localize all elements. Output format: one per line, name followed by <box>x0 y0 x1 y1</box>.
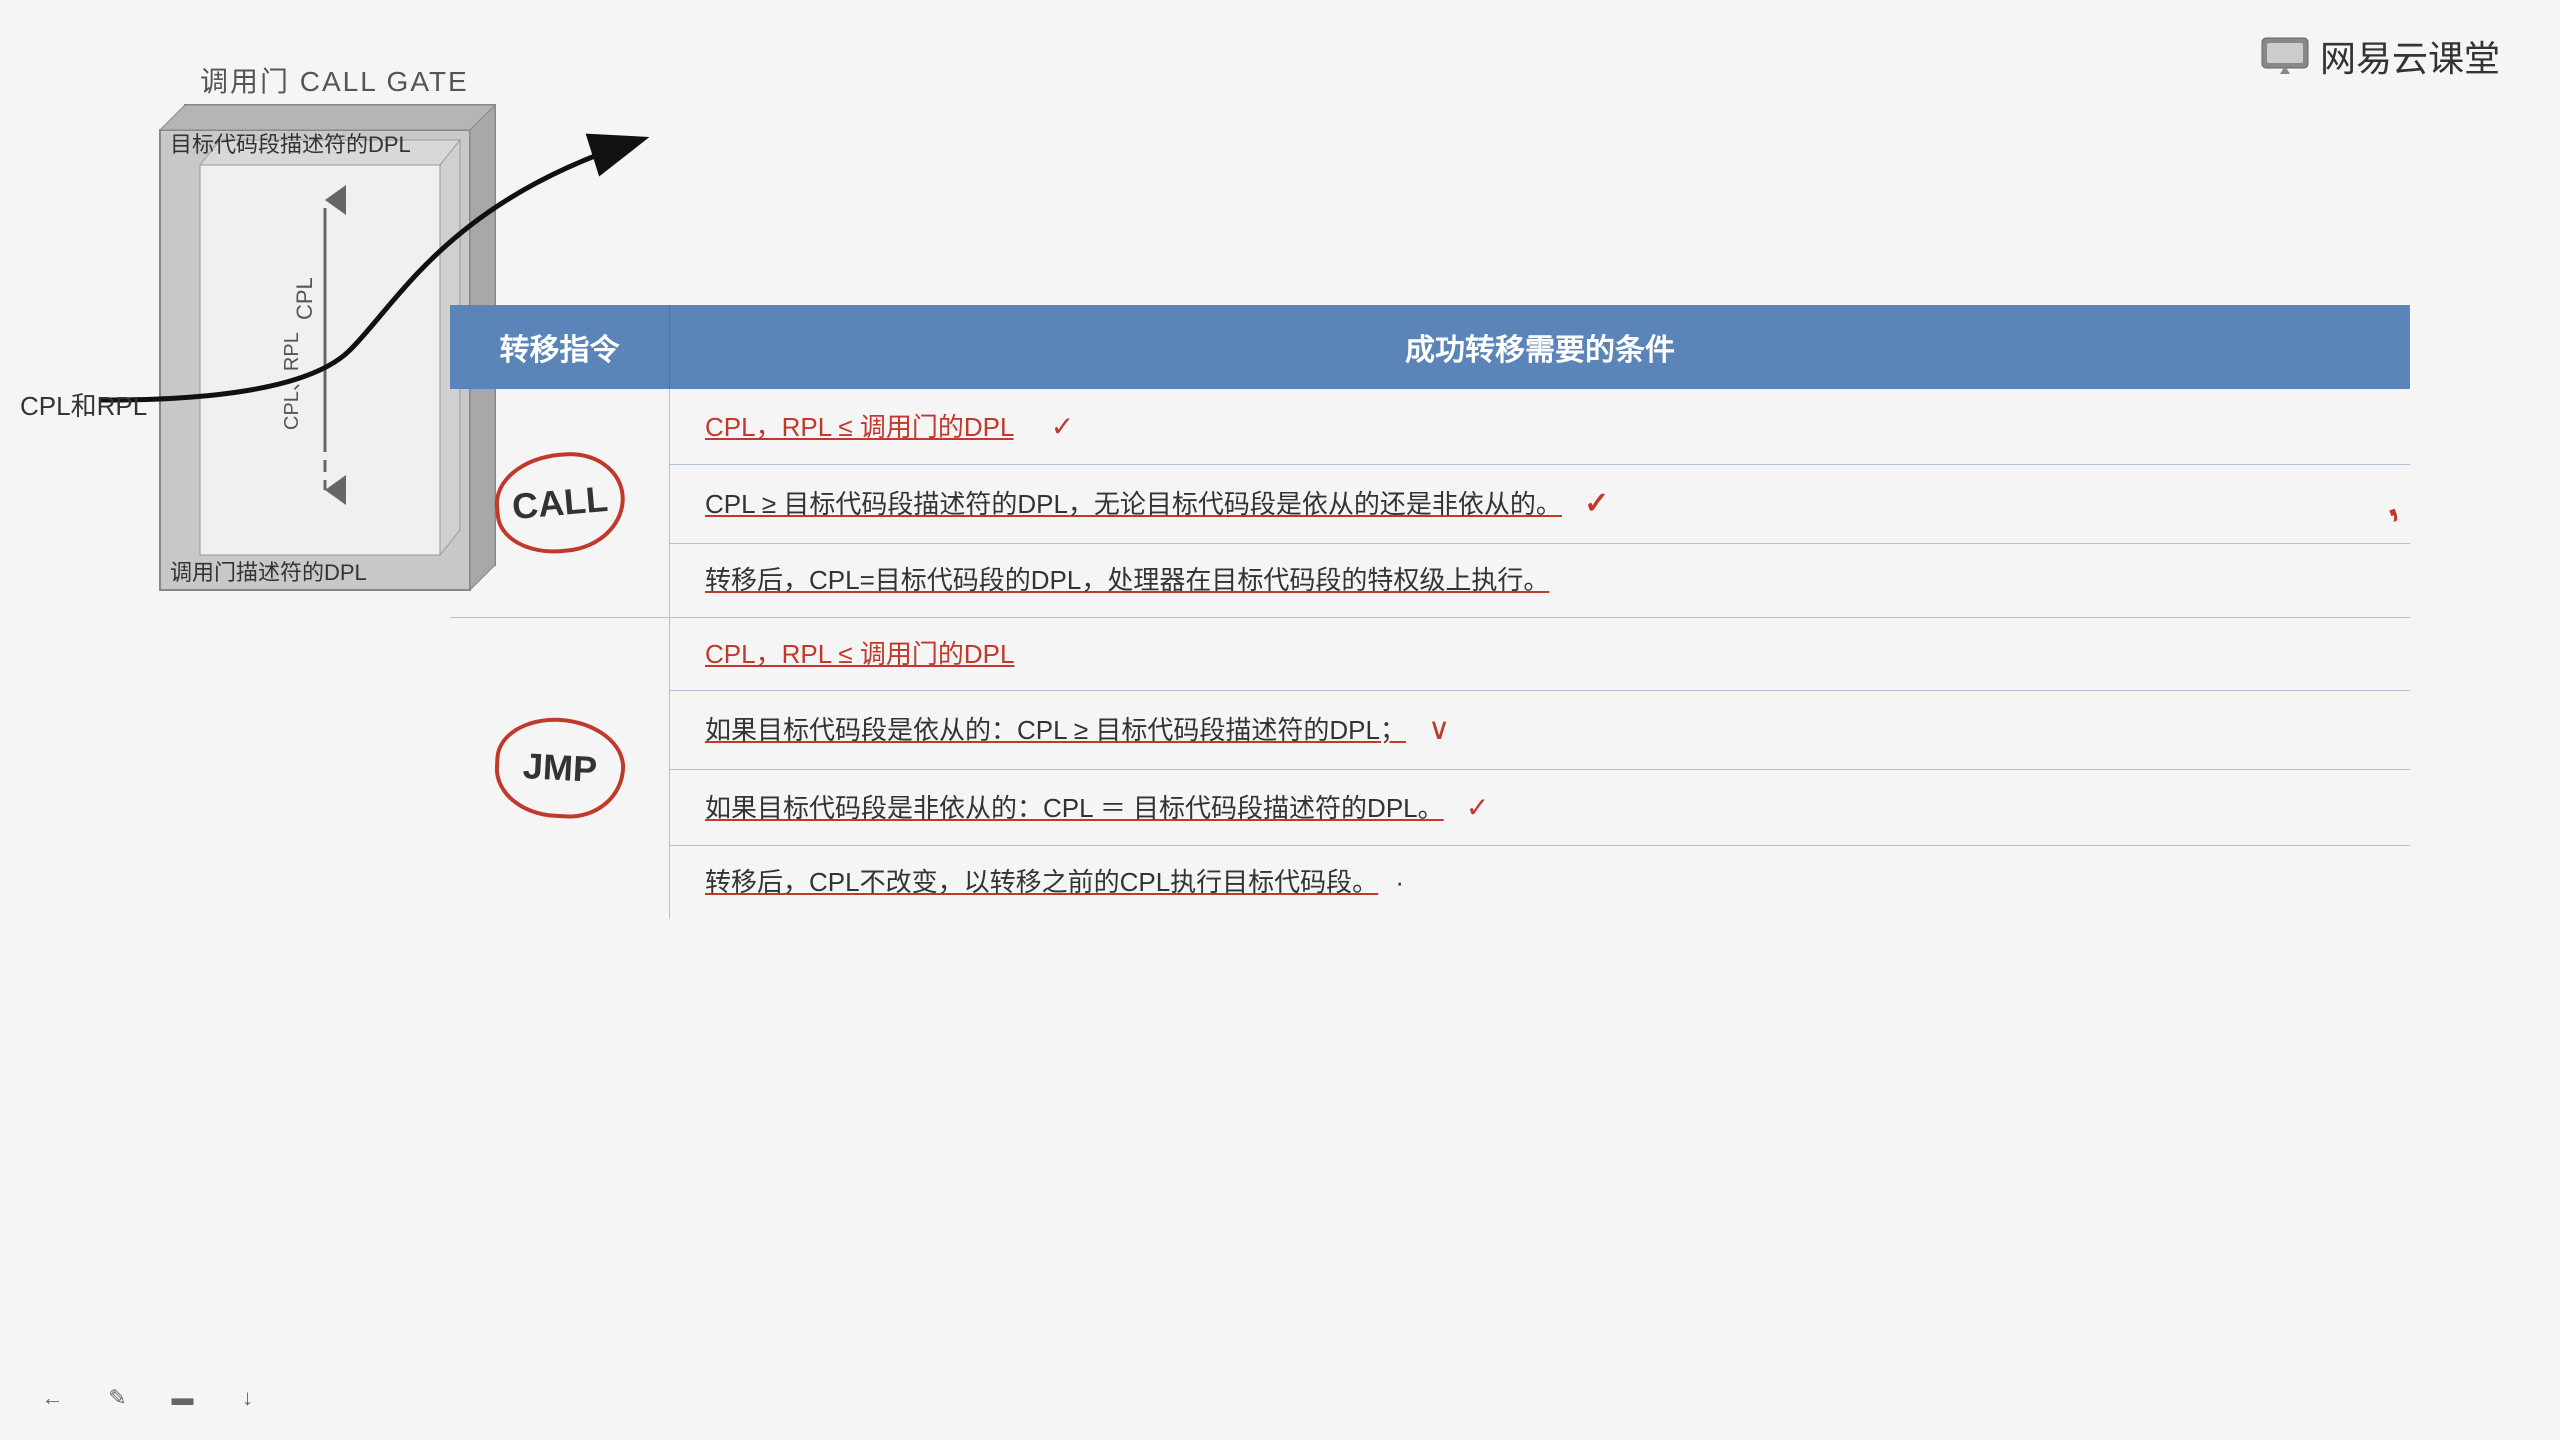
jmp-cond3-text: 如果目标代码段是非依从的：CPL ＝ 目标代码段描述符的DPL。 <box>705 793 1444 823</box>
jmp-cond3-check: ✓ <box>1466 792 1489 823</box>
call-cond2-mark: ✓ <box>1584 487 1609 520</box>
th-condition: 成功转移需要的条件 <box>670 305 2410 389</box>
table-header: 转移指令 成功转移需要的条件 <box>450 305 2410 389</box>
jmp-condition-2: 如果目标代码段是依从的：CPL ≥ 目标代码段描述符的DPL； ∨ <box>670 691 2410 770</box>
td-instruction-jmp: JMP <box>450 618 670 919</box>
toolbar-back-btn[interactable]: ← <box>30 1375 75 1420</box>
svg-text:CPL、RPL: CPL、RPL <box>281 332 303 430</box>
call-condition-2: CPL ≥ 目标代码段描述符的DPL，无论目标代码段是依从的还是非依从的。 ✓ … <box>670 465 2410 544</box>
jmp-cond1-text: CPL，RPL ≤ 调用门的DPL <box>705 639 1015 669</box>
td-conditions-jmp: CPL，RPL ≤ 调用门的DPL 如果目标代码段是依从的：CPL ≥ 目标代码… <box>670 618 2410 919</box>
logo-text: 网易云课堂 <box>2320 30 2500 82</box>
call-condition-3: 转移后，CPL=目标代码段的DPL，处理器在目标代码段的特权级上执行。 <box>670 544 2410 616</box>
svg-text:CPL: CPL <box>292 277 317 320</box>
jmp-condition-3: 如果目标代码段是非依从的：CPL ＝ 目标代码段描述符的DPL。 ✓ <box>670 770 2410 846</box>
call-cond2-text: CPL ≥ 目标代码段描述符的DPL，无论目标代码段是依从的还是非依从的。 <box>705 489 1562 519</box>
jmp-cond4-dot: · <box>1395 867 1404 897</box>
jmp-condition-4: 转移后，CPL不改变，以转移之前的CPL执行目标代码段。 · <box>670 846 2410 918</box>
call-label: CALL <box>510 478 609 528</box>
table-row-jmp: JMP CPL，RPL ≤ 调用门的DPL 如果目标代码段是依从的：CPL ≥ … <box>450 618 2410 919</box>
call-cond2-side-mark: , <box>2375 475 2405 531</box>
logo-icon <box>2260 36 2310 76</box>
call-circle: CALL <box>490 447 628 558</box>
th-instruction: 转移指令 <box>450 305 670 389</box>
page-title: 调用门 CALL GATE <box>200 60 469 100</box>
jmp-label: JMP <box>521 745 597 791</box>
jmp-cond2-check: ∨ <box>1428 713 1450 746</box>
logo-area: 网易云课堂 <box>2260 30 2500 82</box>
td-conditions-call: CPL，RPL ≤ 调用门的DPL ✓ CPL ≥ 目标代码段描述符的DPL，无… <box>670 389 2410 617</box>
jmp-cond2-text: 如果目标代码段是依从的：CPL ≥ 目标代码段描述符的DPL； <box>705 715 1406 745</box>
toolbar-screen-btn[interactable]: ▬ <box>160 1375 205 1420</box>
content-table: 转移指令 成功转移需要的条件 CALL CPL，RPL ≤ 调用门的DPL ✓ … <box>450 305 2410 919</box>
svg-text:调用门描述符的DPL: 调用门描述符的DPL <box>170 560 367 585</box>
toolbar-pen-btn[interactable]: ✎ <box>95 1375 140 1420</box>
td-instruction-call: CALL <box>450 389 670 617</box>
svg-text:目标代码段描述符的DPL: 目标代码段描述符的DPL <box>170 132 411 157</box>
table-row-call: CALL CPL，RPL ≤ 调用门的DPL ✓ CPL ≥ 目标代码段描述符的… <box>450 389 2410 618</box>
toolbar: ← ✎ ▬ ↓ <box>30 1375 270 1420</box>
call-condition-1: CPL，RPL ≤ 调用门的DPL ✓ <box>670 389 2410 465</box>
jmp-circle: JMP <box>492 715 627 822</box>
svg-text:CPL和RPL: CPL和RPL <box>20 391 147 421</box>
call-cond1-check: ✓ <box>1051 411 1074 442</box>
jmp-cond4-text: 转移后，CPL不改变，以转移之前的CPL执行目标代码段。 <box>705 867 1378 897</box>
toolbar-down-btn[interactable]: ↓ <box>225 1375 270 1420</box>
jmp-condition-1: CPL，RPL ≤ 调用门的DPL <box>670 618 2410 691</box>
call-cond3-text: 转移后，CPL=目标代码段的DPL，处理器在目标代码段的特权级上执行。 <box>705 565 1549 595</box>
call-cond1-text: CPL，RPL ≤ 调用门的DPL <box>705 412 1014 442</box>
